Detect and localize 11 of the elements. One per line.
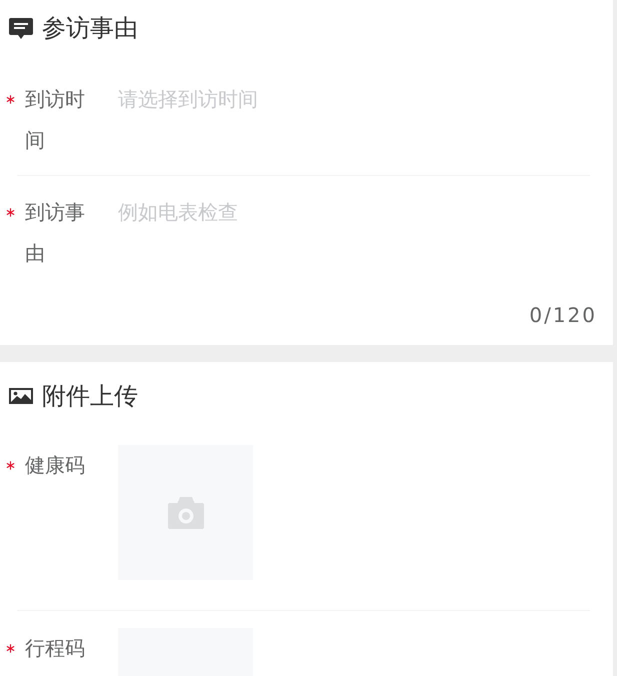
field-label: 健康码 <box>25 452 86 479</box>
message-icon <box>9 18 33 38</box>
field-label: 到访事由 <box>25 199 86 267</box>
section-title: 附件上传 <box>42 381 138 412</box>
photo-upload-button[interactable] <box>118 445 253 580</box>
field-label: 行程码 <box>25 635 86 662</box>
image-icon <box>9 388 33 404</box>
character-counter: 0/120 <box>529 302 597 329</box>
section-title: 参访事由 <box>42 13 138 44</box>
field-label: 到访时间 <box>25 86 86 154</box>
camera-icon <box>168 496 204 528</box>
